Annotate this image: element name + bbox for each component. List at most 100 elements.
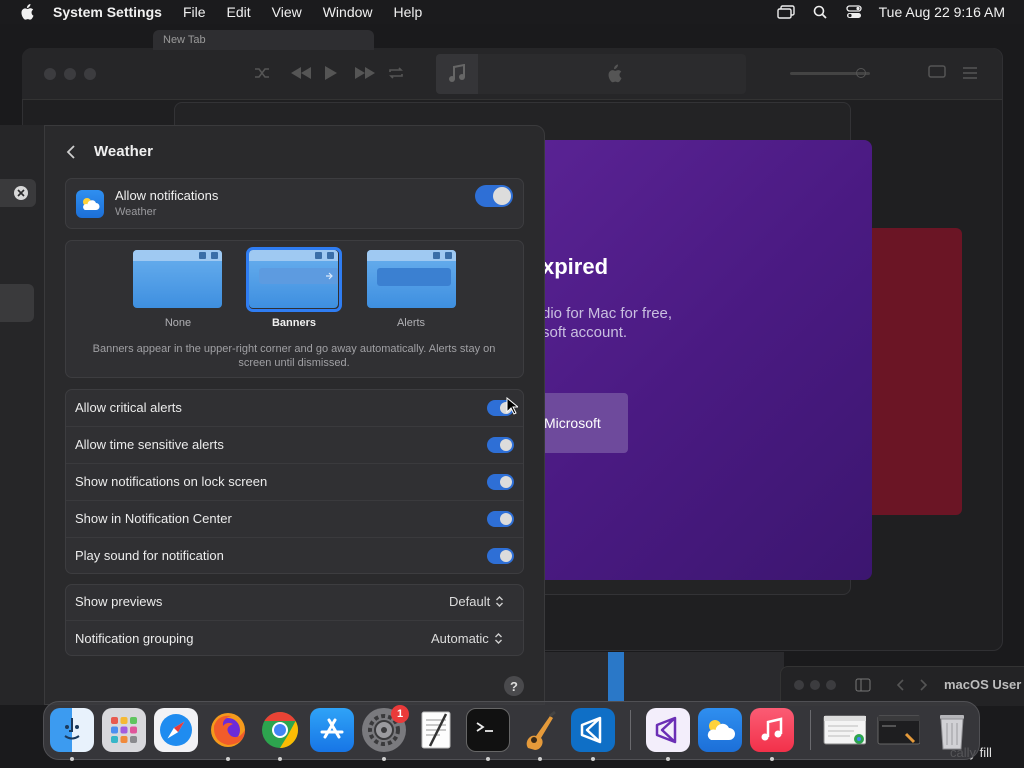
zoom-window-button[interactable] xyxy=(826,680,836,690)
music-icon[interactable] xyxy=(750,708,794,752)
volume-knob[interactable] xyxy=(856,68,866,78)
menu-edit[interactable]: Edit xyxy=(227,4,251,20)
firefox-icon[interactable] xyxy=(206,708,250,752)
mouse-pointer-icon xyxy=(506,397,518,415)
alert-style-alerts-option[interactable] xyxy=(367,250,456,308)
time-sensitive-alerts-toggle[interactable] xyxy=(487,437,514,453)
row-divider xyxy=(66,463,523,464)
screen-mirroring-icon[interactable] xyxy=(776,3,795,21)
row-divider xyxy=(66,620,523,621)
allow-notifications-label: Allow notifications xyxy=(115,188,219,203)
sidebar-toggle-icon[interactable] xyxy=(855,678,871,692)
purple-card-line1: dio for Mac for free, xyxy=(542,305,673,322)
menu-app-name[interactable]: System Settings xyxy=(53,4,162,20)
browser-tab-label: New Tab xyxy=(163,34,206,46)
spotlight-search-icon[interactable] xyxy=(811,3,829,21)
preview-window-icon[interactable] xyxy=(822,708,866,752)
red-panel xyxy=(872,228,962,515)
critical-alerts-label: Allow critical alerts xyxy=(75,400,182,415)
purple-card-heading: xpired xyxy=(542,254,609,279)
alert-style-alerts-label: Alerts xyxy=(396,317,426,329)
toggle-knob xyxy=(500,550,512,562)
terminal-icon[interactable] xyxy=(466,708,510,752)
apple-menu-icon[interactable] xyxy=(19,4,35,20)
music-lcd xyxy=(436,54,746,94)
minimize-window-button[interactable] xyxy=(64,68,76,80)
thumb-search-icon xyxy=(199,252,206,259)
album-art xyxy=(436,54,478,94)
alert-style-none-option[interactable] xyxy=(133,250,222,308)
row-divider xyxy=(66,500,523,501)
minimize-window-button[interactable] xyxy=(810,680,820,690)
back-button[interactable] xyxy=(62,141,80,163)
sidebar-search-field[interactable] xyxy=(0,179,36,207)
chrome-icon[interactable] xyxy=(258,708,302,752)
app-store-icon[interactable] xyxy=(310,708,354,752)
running-indicator xyxy=(226,757,230,761)
vscode-icon[interactable] xyxy=(571,708,615,752)
thumb-search-icon xyxy=(433,252,440,259)
notification-center-label: Show in Notification Center xyxy=(75,511,232,526)
control-center-icon[interactable] xyxy=(845,3,863,21)
play-sound-toggle[interactable] xyxy=(487,548,514,564)
weather-icon xyxy=(83,198,100,210)
sidebar-selected-item[interactable] xyxy=(0,284,34,322)
notification-grouping-popup[interactable]: Automatic xyxy=(431,631,503,646)
music-note-icon xyxy=(449,64,465,82)
browser-tab-new-tab[interactable]: New Tab xyxy=(153,30,374,50)
garageband-icon[interactable] xyxy=(518,708,562,752)
row-divider xyxy=(66,426,523,427)
show-previews-label: Show previews xyxy=(75,594,163,609)
menu-help[interactable]: Help xyxy=(394,4,423,20)
back-arrow-icon[interactable] xyxy=(895,678,905,692)
thumb-menu-bar xyxy=(133,250,222,261)
notification-grouping-value: Automatic xyxy=(431,631,489,646)
dock-separator xyxy=(630,710,631,750)
safari-icon[interactable] xyxy=(154,708,198,752)
fast-forward-icon[interactable] xyxy=(354,66,376,80)
thumb-control-icon xyxy=(211,252,218,259)
chevron-left-icon xyxy=(66,145,75,159)
forward-arrow-icon[interactable] xyxy=(919,678,929,692)
zoom-window-button[interactable] xyxy=(84,68,96,80)
weather-icon[interactable] xyxy=(698,708,742,752)
close-window-button[interactable] xyxy=(794,680,804,690)
menu-file[interactable]: File xyxy=(183,4,206,20)
thumb-menu-bar xyxy=(367,250,456,261)
thumb-alert xyxy=(377,268,451,286)
chevron-up-down-icon xyxy=(494,633,502,644)
lyrics-icon[interactable] xyxy=(928,65,946,81)
help-button[interactable]: ? xyxy=(504,676,524,696)
shuffle-icon[interactable] xyxy=(254,66,270,80)
show-previews-popup[interactable]: Default xyxy=(449,594,504,609)
play-icon[interactable] xyxy=(324,65,338,81)
running-indicator xyxy=(770,757,774,761)
trash-icon[interactable] xyxy=(930,708,974,752)
running-indicator xyxy=(70,757,74,761)
toggle-knob xyxy=(493,187,511,205)
rewind-icon[interactable] xyxy=(290,66,312,80)
menu-bar-clock[interactable]: Tue Aug 22 9:16 AM xyxy=(879,4,1005,20)
show-previews-value: Default xyxy=(449,594,491,609)
clear-search-icon[interactable] xyxy=(14,186,28,200)
terminal-window-icon[interactable] xyxy=(876,708,920,752)
textedit-icon[interactable] xyxy=(414,708,458,752)
lock-screen-toggle[interactable] xyxy=(487,474,514,490)
running-indicator xyxy=(382,757,386,761)
row-divider xyxy=(66,537,523,538)
menu-window[interactable]: Window xyxy=(323,4,373,20)
finder-icon[interactable] xyxy=(50,708,94,752)
visual-studio-icon[interactable] xyxy=(646,708,690,752)
alert-style-banners-label: Banners xyxy=(271,317,317,329)
allow-notifications-toggle[interactable] xyxy=(475,185,513,207)
notification-center-toggle[interactable] xyxy=(487,511,514,527)
running-indicator xyxy=(278,757,282,761)
toggle-knob xyxy=(500,439,512,451)
list-icon[interactable] xyxy=(962,66,978,80)
menu-view[interactable]: View xyxy=(272,4,302,20)
running-indicator xyxy=(666,757,670,761)
close-window-button[interactable] xyxy=(44,68,56,80)
repeat-icon[interactable] xyxy=(388,66,404,80)
launchpad-icon[interactable] xyxy=(102,708,146,752)
play-sound-label: Play sound for notification xyxy=(75,548,224,563)
